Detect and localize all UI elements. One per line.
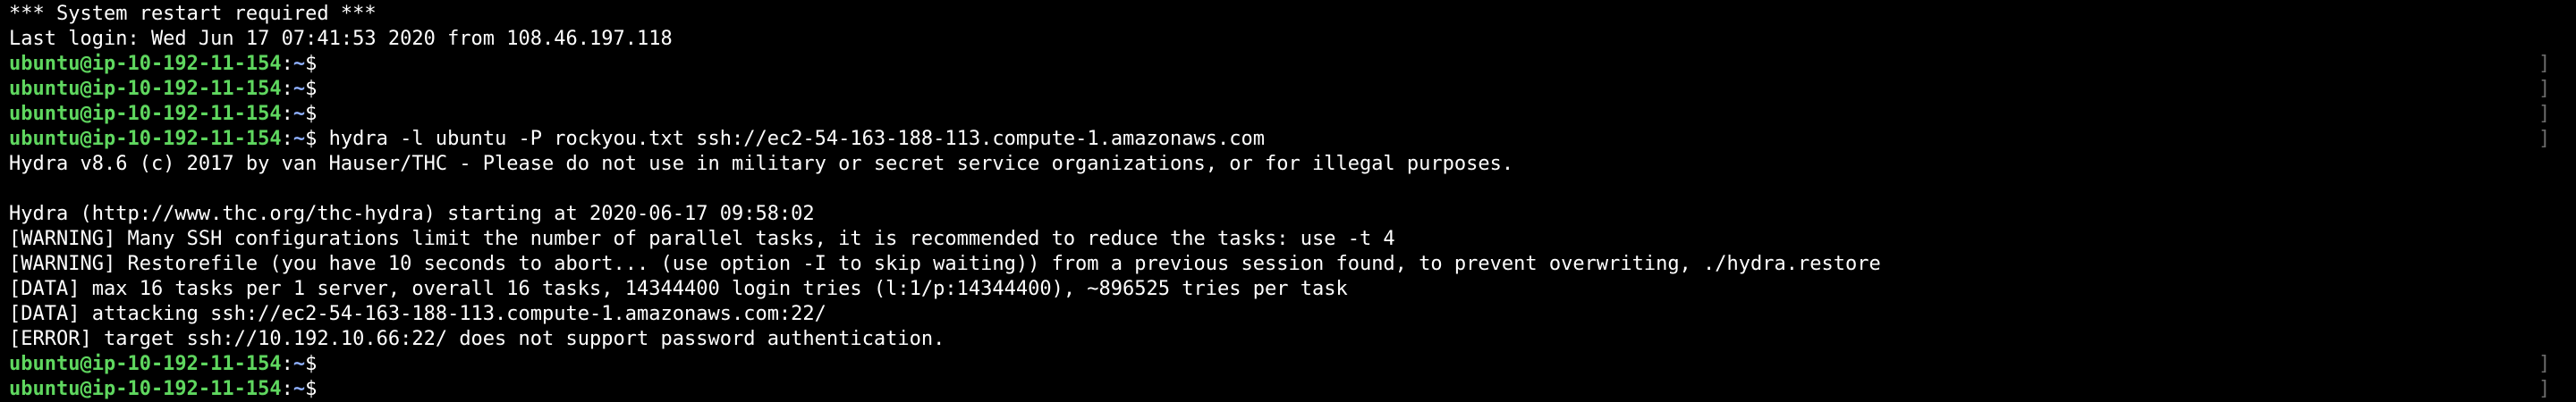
- line-mark-left: [: [9, 77, 12, 102]
- line-mark-spacer: [2538, 27, 2551, 52]
- prompt-path: ~: [292, 128, 306, 150]
- prompt-path: ~: [292, 78, 306, 100]
- prompt-line: [ubuntu@ip-10-192-11-154:~$: [9, 102, 2531, 127]
- line-mark-right: ]: [2538, 353, 2551, 375]
- prompt-user-host: ubuntu@ip-10-192-11-154: [9, 53, 282, 75]
- prompt-line: [ubuntu@ip-10-192-11-154:~$: [9, 377, 2531, 402]
- prompt-colon: :: [281, 128, 293, 150]
- line-mark-spacer: [2538, 252, 2551, 277]
- prompt-user-host: ubuntu@ip-10-192-11-154: [9, 353, 282, 375]
- scroll-marks: ]]]]]]: [2538, 2, 2551, 402]
- line-mark-spacer: [2538, 152, 2551, 177]
- line-mark-left: [: [9, 377, 12, 402]
- prompt-user-host: ubuntu@ip-10-192-11-154: [9, 128, 282, 150]
- prompt-colon: :: [281, 378, 293, 400]
- prompt-symbol: $: [305, 103, 318, 125]
- line-mark-spacer: [2538, 202, 2551, 227]
- prompt-colon: :: [281, 53, 293, 75]
- line-mark-spacer: [2538, 177, 2551, 202]
- line-mark-left: [: [9, 127, 12, 152]
- line-mark-spacer: [2538, 2, 2551, 27]
- prompt-symbol: $: [305, 78, 318, 100]
- prompt-symbol: $: [305, 378, 318, 400]
- prompt-user-host: ubuntu@ip-10-192-11-154: [9, 103, 282, 125]
- prompt-colon: :: [281, 78, 293, 100]
- output-line: Hydra v8.6 (c) 2017 by van Hauser/THC - …: [9, 153, 1514, 175]
- prompt-colon: :: [281, 103, 293, 125]
- output-line: Last login: Wed Jun 17 07:41:53 2020 fro…: [9, 28, 673, 50]
- line-mark-right: ]: [2538, 53, 2551, 75]
- prompt-symbol: $: [305, 53, 318, 75]
- output-line: Hydra (http://www.thc.org/thc-hydra) sta…: [9, 203, 815, 225]
- output-line: *** System restart required ***: [9, 3, 377, 25]
- prompt-line: [ubuntu@ip-10-192-11-154:~$ hydra -l ubu…: [9, 127, 2531, 152]
- line-mark-spacer: [2538, 227, 2551, 252]
- prompt-symbol: $: [305, 353, 318, 375]
- prompt-colon: :: [281, 353, 293, 375]
- terminal-window[interactable]: *** System restart required *** Last logi…: [0, 0, 2576, 402]
- line-mark-right: ]: [2538, 103, 2551, 125]
- prompt-user-host: ubuntu@ip-10-192-11-154: [9, 78, 282, 100]
- prompt-path: ~: [292, 53, 306, 75]
- output-line: [WARNING] Many SSH configurations limit …: [9, 228, 1395, 250]
- prompt-line: [ubuntu@ip-10-192-11-154:~$: [9, 52, 2531, 77]
- output-line: [ERROR] target ssh://10.192.10.66:22/ do…: [9, 328, 945, 350]
- output-line: [WARNING] Restorefile (you have 10 secon…: [9, 253, 1881, 275]
- prompt-path: ~: [292, 378, 306, 400]
- line-mark-spacer: [2538, 302, 2551, 327]
- terminal-output[interactable]: *** System restart required *** Last logi…: [9, 2, 2531, 402]
- prompt-line: [ubuntu@ip-10-192-11-154:~$: [9, 77, 2531, 102]
- line-mark-left: [: [9, 352, 12, 377]
- output-line: [DATA] attacking ssh://ec2-54-163-188-11…: [9, 303, 826, 325]
- line-mark-left: [: [9, 102, 12, 127]
- line-mark-right: ]: [2538, 378, 2551, 400]
- line-mark-right: ]: [2538, 128, 2551, 150]
- command-text: hydra -l ubuntu -P rockyou.txt ssh://ec2…: [317, 128, 1265, 150]
- line-mark-spacer: [2538, 277, 2551, 302]
- prompt-line: [ubuntu@ip-10-192-11-154:~$: [9, 352, 2531, 377]
- prompt-path: ~: [292, 103, 306, 125]
- line-mark-right: ]: [2538, 78, 2551, 100]
- output-line: [DATA] max 16 tasks per 1 server, overal…: [9, 278, 1348, 300]
- prompt-path: ~: [292, 353, 306, 375]
- line-mark-spacer: [2538, 327, 2551, 352]
- prompt-symbol: $: [305, 128, 318, 150]
- line-mark-left: [: [9, 52, 12, 77]
- prompt-user-host: ubuntu@ip-10-192-11-154: [9, 378, 282, 400]
